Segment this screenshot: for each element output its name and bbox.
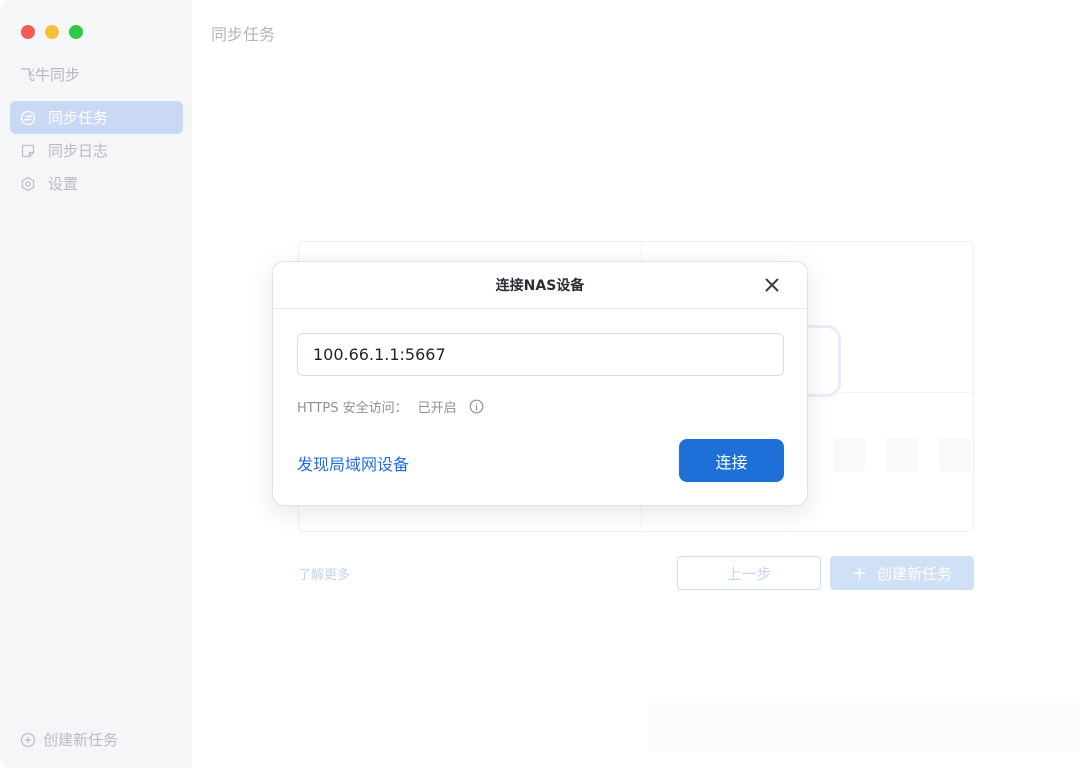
minimize-window-button[interactable] xyxy=(45,25,59,39)
connect-nas-dialog: 连接NAS设备 HTTPS 安全访问： 已开启 发现局域网设备 连接 xyxy=(272,261,808,506)
plus-icon: + xyxy=(851,562,868,584)
gear-icon xyxy=(20,176,36,192)
https-status: 已开启 xyxy=(417,401,457,416)
note-icon xyxy=(20,143,36,159)
learn-more-link[interactable]: 了解更多 xyxy=(298,564,350,583)
sidebar-item-label: 同步日志 xyxy=(48,142,109,160)
create-task-label: 创建新任务 xyxy=(877,564,953,583)
close-icon[interactable] xyxy=(763,276,781,294)
window-controls xyxy=(21,25,83,39)
bottom-area xyxy=(648,702,1080,752)
discover-lan-devices-link[interactable]: 发现局域网设备 xyxy=(297,451,409,475)
sidebar-item-label: 同步任务 xyxy=(48,109,109,127)
plus-circle-icon xyxy=(20,732,36,748)
create-task-button[interactable]: + 创建新任务 xyxy=(830,556,974,590)
zoom-window-button[interactable] xyxy=(69,25,83,39)
sidebar-item-label: 设置 xyxy=(48,175,79,193)
card-divider xyxy=(839,392,974,393)
nas-address-input[interactable] xyxy=(297,333,784,376)
placeholder-tile xyxy=(833,438,865,472)
dialog-header: 连接NAS设备 xyxy=(273,262,807,309)
sidebar-item-settings[interactable]: 设置 xyxy=(10,167,183,200)
dialog-title: 连接NAS设备 xyxy=(495,278,585,294)
placeholder-tile xyxy=(939,438,971,472)
sidebar-nav: 同步任务 同步日志 设置 xyxy=(10,101,183,200)
page-title: 同步任务 xyxy=(211,25,276,44)
https-status-row: HTTPS 安全访问： 已开启 xyxy=(297,397,484,416)
close-window-button[interactable] xyxy=(21,25,35,39)
previous-step-button[interactable]: 上一步 xyxy=(677,556,821,590)
placeholder-tile xyxy=(886,438,918,472)
app-window: 飞牛同步 同步任务 同步日志 设置 创建新任务 同步任务 了解更多 上一步 + … xyxy=(0,0,1080,768)
sidebar: 飞牛同步 同步任务 同步日志 设置 创建新任务 xyxy=(0,0,192,768)
sidebar-item-sync-tasks[interactable]: 同步任务 xyxy=(10,101,183,134)
connect-button[interactable]: 连接 xyxy=(679,439,784,482)
sidebar-create-label: 创建新任务 xyxy=(43,731,119,749)
info-icon[interactable] xyxy=(469,399,484,414)
https-label: HTTPS 安全访问： xyxy=(297,401,408,416)
sidebar-create-task-button[interactable]: 创建新任务 xyxy=(20,729,118,750)
sidebar-item-sync-log[interactable]: 同步日志 xyxy=(10,134,183,167)
sync-icon xyxy=(20,110,36,126)
app-name: 飞牛同步 xyxy=(20,66,81,84)
